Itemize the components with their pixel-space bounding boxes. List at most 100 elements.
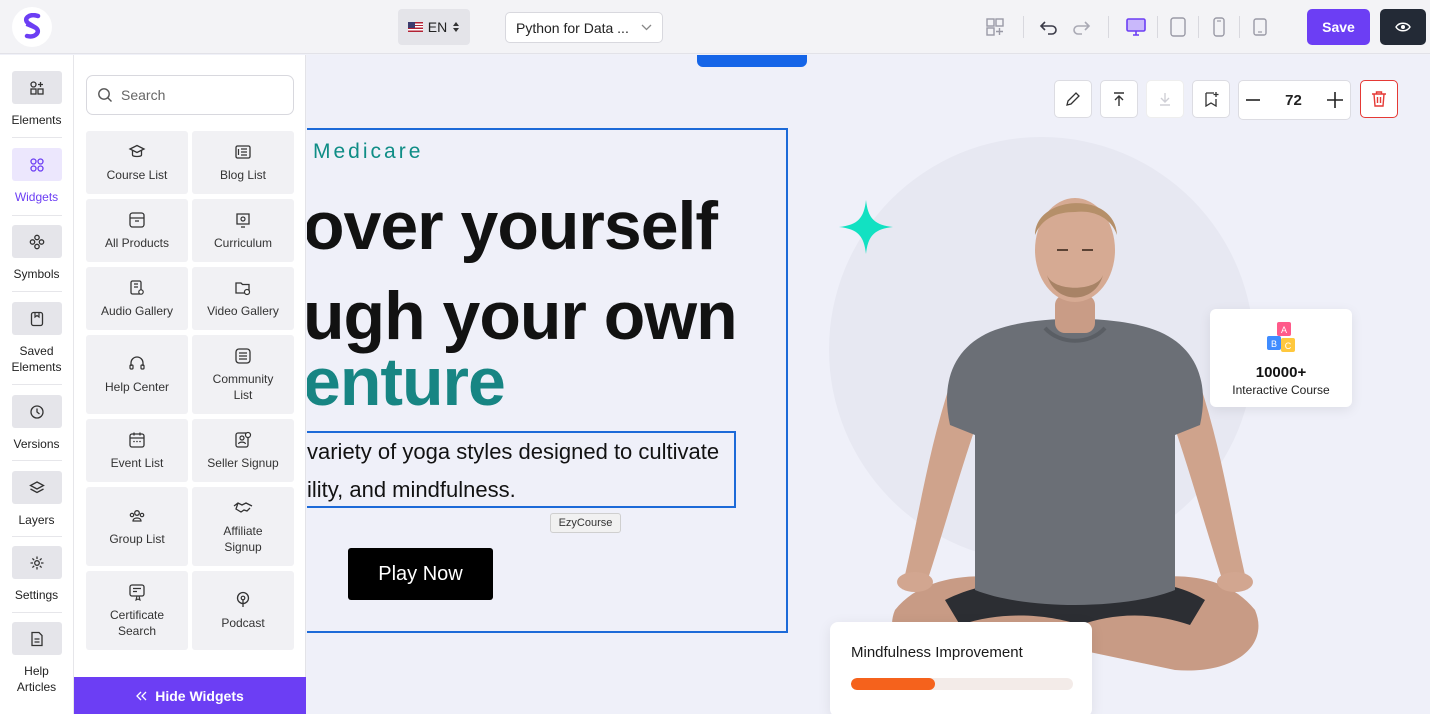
sidebar-item-help-articles[interactable]: Help Articles: [0, 622, 73, 695]
search-icon: [98, 88, 112, 102]
video-gallery-icon: [235, 281, 251, 295]
sidebar-item-label: Help Articles: [16, 664, 57, 694]
widget-label: Community List: [212, 371, 274, 402]
hero-heading-line3[interactable]: enture: [307, 343, 506, 421]
symbols-icon: [29, 234, 44, 249]
widget-affiliate-signup[interactable]: Affiliate Signup: [192, 487, 294, 566]
zoom-value[interactable]: 72: [1285, 92, 1302, 109]
widget-group-list[interactable]: Group List: [86, 487, 188, 566]
move-to-top-button[interactable]: [1100, 80, 1138, 118]
mindfulness-card[interactable]: Mindfulness Improvement: [830, 622, 1092, 714]
sidebar-item-settings[interactable]: Settings: [0, 546, 73, 603]
sidebar-item-elements[interactable]: Elements: [0, 71, 73, 128]
certificate-search-icon: [129, 583, 145, 601]
widget-certificate-search[interactable]: Certificate Search: [86, 571, 188, 650]
widget-label: Podcast: [221, 615, 265, 630]
course-stat-card[interactable]: A B C 10000+ Interactive Course: [1210, 309, 1352, 407]
event-list-icon: [129, 432, 145, 448]
small-mobile-icon: [1253, 18, 1267, 36]
seller-signup-icon: [235, 431, 252, 448]
podcast-icon: [236, 591, 250, 607]
widget-seller-signup[interactable]: Seller Signup: [192, 419, 294, 482]
widget-community-list[interactable]: Community List: [192, 335, 294, 414]
hero-paragraph-line1[interactable]: variety of yoga styles designed to culti…: [307, 439, 719, 465]
language-selector[interactable]: EN: [398, 9, 470, 45]
section-handle[interactable]: [697, 55, 807, 67]
help-center-icon: [129, 355, 145, 370]
widget-course-list[interactable]: Course List: [86, 131, 188, 194]
abc-blocks-icon: A B C: [1267, 322, 1295, 352]
toolbar-divider: [1023, 16, 1024, 38]
toolbar-divider: [1239, 16, 1240, 38]
layers-icon: [28, 480, 45, 493]
sort-arrows-icon: [453, 22, 460, 32]
widget-label: Certificate Search: [109, 607, 165, 638]
redo-button[interactable]: [1068, 14, 1094, 40]
toolbar-divider: [1157, 16, 1158, 38]
element-tooltip: EzyCourse: [550, 513, 621, 533]
hide-widgets-button[interactable]: Hide Widgets: [74, 677, 306, 714]
mobile-icon: [1213, 17, 1225, 37]
widget-help-center[interactable]: Help Center: [86, 335, 188, 414]
widget-curriculum[interactable]: Curriculum: [192, 199, 294, 262]
widget-label: Event List: [110, 455, 164, 470]
trash-icon: [1372, 91, 1386, 107]
play-now-button[interactable]: Play Now: [348, 548, 493, 600]
curriculum-icon: [236, 212, 250, 228]
edit-element-button[interactable]: [1054, 80, 1092, 118]
widget-podcast[interactable]: Podcast: [192, 571, 294, 650]
widget-video-gallery[interactable]: Video Gallery: [192, 267, 294, 330]
tablet-view-button[interactable]: [1165, 14, 1191, 40]
editor-canvas[interactable]: Medicare over yourself ugh your own entu…: [307, 55, 1430, 714]
sidebar-item-widgets[interactable]: Widgets: [0, 148, 73, 205]
widget-label: Affiliate Signup: [223, 523, 263, 554]
course-list-icon: [128, 144, 146, 157]
community-list-icon: [235, 347, 251, 364]
add-section-button[interactable]: [982, 14, 1008, 40]
widget-audio-gallery[interactable]: Audio Gallery: [86, 267, 188, 330]
sidebar-item-saved-elements[interactable]: Saved Elements: [0, 302, 73, 375]
plus-icon[interactable]: [1326, 91, 1344, 109]
sidebar-item-symbols[interactable]: Symbols: [0, 225, 73, 282]
mindfulness-progress-bar: [851, 678, 1073, 690]
widget-label: Course List: [106, 167, 168, 182]
brand-text[interactable]: Medicare: [313, 140, 423, 164]
delete-element-button[interactable]: [1360, 80, 1398, 118]
audio-gallery-icon: [130, 279, 144, 295]
save-button[interactable]: Save: [1307, 9, 1370, 45]
mindfulness-progress-fill: [851, 678, 936, 690]
mobile-view-button[interactable]: [1206, 14, 1232, 40]
search-input[interactable]: [121, 87, 281, 103]
widget-search[interactable]: [86, 75, 294, 115]
widget-all-products[interactable]: All Products: [86, 199, 188, 262]
course-select[interactable]: Python for Data ...: [505, 12, 663, 43]
sidebar-item-layers[interactable]: Layers: [0, 471, 73, 528]
sidebar-item-versions[interactable]: Versions: [0, 395, 73, 452]
widget-label: Seller Signup: [207, 455, 279, 470]
move-down-button[interactable]: [1146, 80, 1184, 118]
svg-text:B: B: [1271, 339, 1277, 349]
sidebar-divider: [12, 612, 62, 613]
toolbar-divider: [1198, 16, 1199, 38]
svg-text:C: C: [1285, 341, 1292, 351]
chevron-down-icon: [641, 24, 652, 31]
hero-heading-line1[interactable]: over yourself: [307, 187, 718, 265]
undo-button[interactable]: [1036, 14, 1062, 40]
small-mobile-view-button[interactable]: [1247, 14, 1273, 40]
help-articles-icon: [30, 631, 43, 646]
sidebar-divider: [12, 291, 62, 292]
preview-button[interactable]: [1380, 9, 1426, 45]
stat-number: 10000+: [1255, 364, 1307, 381]
widget-event-list[interactable]: Event List: [86, 419, 188, 482]
app-logo[interactable]: [12, 7, 52, 47]
hero-paragraph-line2[interactable]: ility, and mindfulness.: [307, 477, 516, 503]
mindfulness-title: Mindfulness Improvement: [851, 644, 1023, 661]
language-label: EN: [427, 19, 448, 35]
desktop-view-button[interactable]: [1123, 14, 1149, 40]
widget-label: Help Center: [104, 379, 170, 394]
minus-icon[interactable]: [1245, 92, 1261, 108]
widget-blog-list[interactable]: Blog List: [192, 131, 294, 194]
save-symbol-button[interactable]: [1192, 80, 1230, 118]
top-toolbar: EN Python for Data ... Save: [0, 0, 1430, 54]
widget-label: Video Gallery: [207, 303, 279, 318]
